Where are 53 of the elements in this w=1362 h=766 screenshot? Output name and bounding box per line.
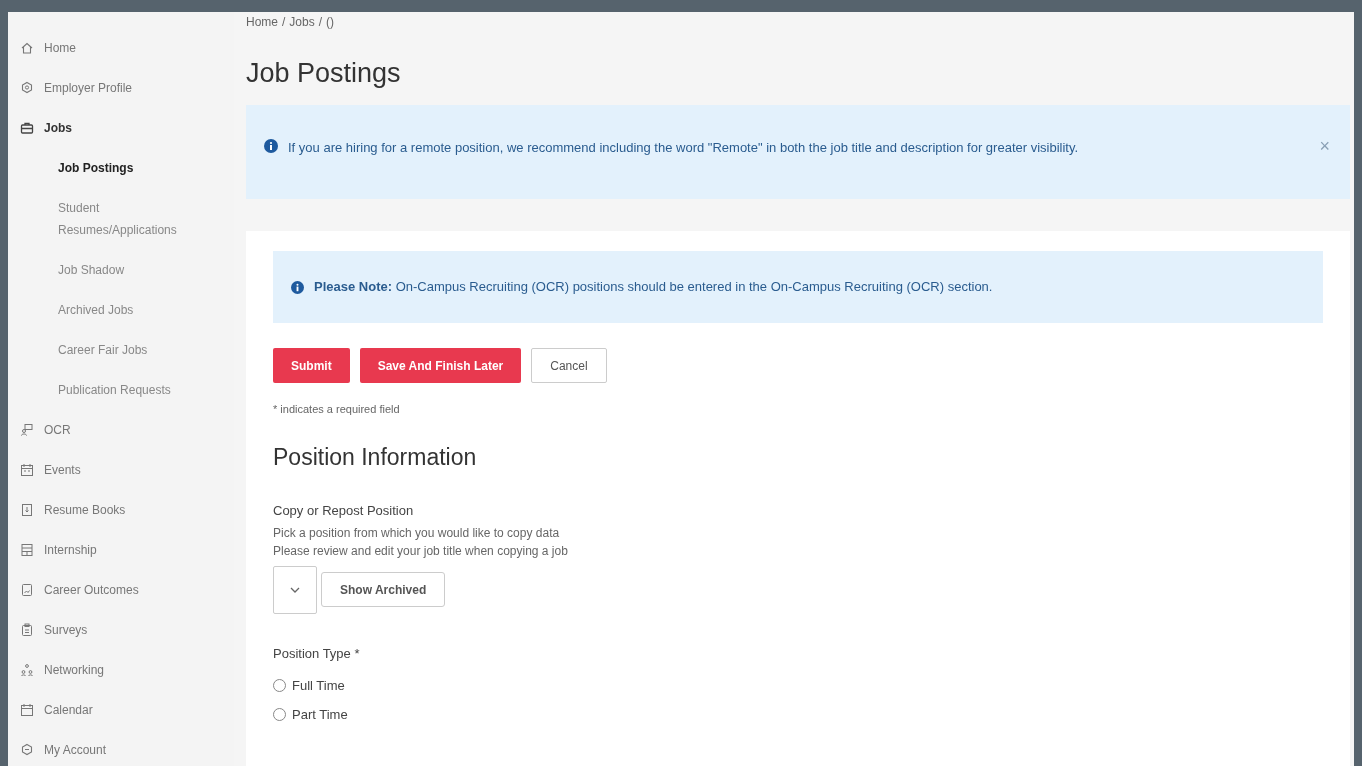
position-dropdown[interactable] <box>273 566 317 614</box>
sidebar-item[interactable]: Home <box>8 28 234 68</box>
show-archived-button[interactable]: Show Archived <box>321 572 446 607</box>
cancel-button[interactable]: Cancel <box>531 348 607 383</box>
breadcrumb-separator: / <box>282 14 286 30</box>
primary-button[interactable]: Submit <box>273 348 350 383</box>
calendar-icon <box>20 703 34 717</box>
clipboard-icon <box>20 623 34 637</box>
sidebar-subitem[interactable]: Student Resumes/Applications <box>8 188 234 250</box>
badge-icon <box>20 81 34 95</box>
radio-label: Full Time <box>292 676 345 695</box>
sidebar-item[interactable]: Internship <box>8 530 234 570</box>
breadcrumb-separator: / <box>318 14 323 30</box>
field-label: Copy or Repost Position <box>273 501 415 520</box>
alert-message: If you are hiring for a remote position, we recommend including the word "Remote" in both the job title and description for greater visibility. <box>288 139 1080 157</box>
breadcrumb-link[interactable]: Home <box>246 14 278 30</box>
calendar-icon <box>20 463 34 477</box>
sidebar-item[interactable]: Career Outcomes <box>8 570 234 610</box>
close-button[interactable]: × <box>1319 137 1330 155</box>
help-text: Pick a position from which you would like to copy data <box>273 525 561 542</box>
sidebar-subitem[interactable]: Archived Jobs <box>8 290 234 330</box>
page-title: Job Postings <box>246 60 402 87</box>
home-icon <box>20 41 34 55</box>
radio-label: Part Time <box>292 706 348 724</box>
sidebar-subitem[interactable]: Publication Requests <box>8 370 234 410</box>
sidebar-item[interactable]: Jobs <box>8 108 234 148</box>
info-icon <box>264 139 278 153</box>
sidebar-item[interactable]: Employer Profile <box>8 68 234 108</box>
presenter-icon <box>20 423 34 437</box>
sidebar-subitem[interactable]: Job Shadow <box>8 250 234 290</box>
briefcase-icon <box>20 121 34 135</box>
people-icon <box>20 663 34 677</box>
chevron-down-icon <box>290 587 300 593</box>
info-icon <box>291 280 304 294</box>
sidebar-item[interactable]: OCR <box>8 410 234 450</box>
sidebar-item[interactable]: Networking <box>8 650 234 690</box>
section-title: Position Information <box>273 445 478 469</box>
sidebar-item[interactable]: Events <box>8 450 234 490</box>
note-message: Please Note: On-Campus Recruiting (OCR) positions should be entered in the On-Campus Recruiting (OCR) section. <box>314 278 993 297</box>
sidebar-subitem[interactable]: Job Postings <box>8 148 234 188</box>
sidebar-subitem[interactable]: Career Fair Jobs <box>8 330 234 370</box>
book-icon <box>20 503 34 517</box>
document-icon <box>20 583 34 597</box>
sidebar-item[interactable]: Surveys <box>8 610 234 650</box>
primary-button[interactable]: Save And Finish Later <box>359 348 522 383</box>
sidebar-item[interactable]: Resume Books <box>8 490 234 530</box>
breadcrumb-link[interactable]: () <box>326 14 335 30</box>
field-label: Position Type * <box>273 645 361 663</box>
sidebar-item[interactable]: Calendar <box>8 690 234 730</box>
sidebar-item[interactable]: My Account <box>8 730 234 766</box>
breadcrumb-link[interactable]: Jobs <box>289 14 315 30</box>
help-text: Please review and edit your job title when copying a job <box>273 543 569 560</box>
required-note: * indicates a required field <box>273 402 401 417</box>
